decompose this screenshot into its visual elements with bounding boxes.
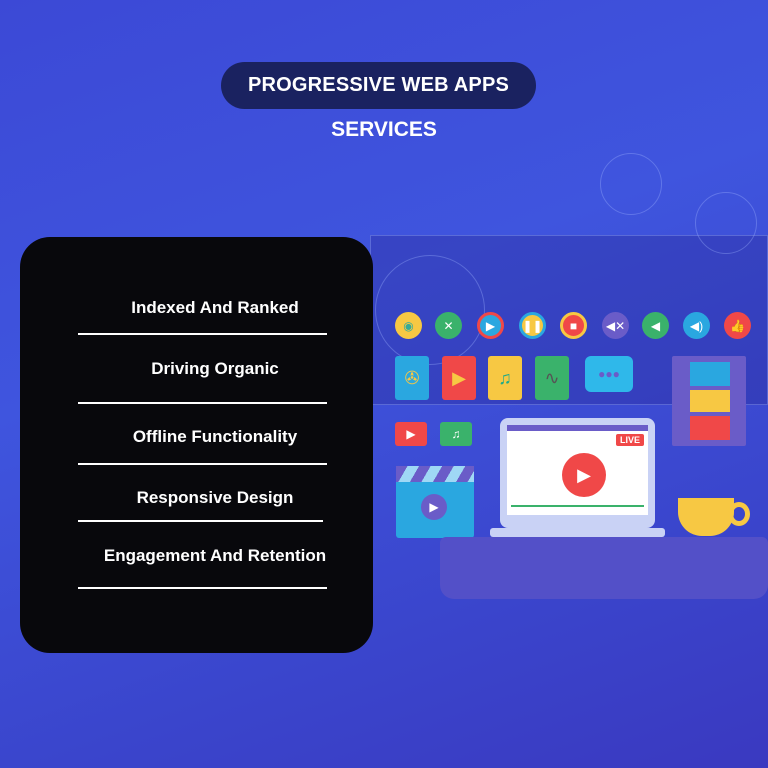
cup-handle <box>728 502 750 526</box>
music-file-icon: ♫ <box>488 356 522 400</box>
thumbs-up-icon: 👍 <box>724 312 751 339</box>
page-title: PROGRESSIVE WEB APPS <box>247 74 510 96</box>
services-panel: Indexed And Ranked Driving Organic Offli… <box>20 237 373 653</box>
filmstrip-icon <box>672 356 746 446</box>
laptop-screen: LIVE ▶ <box>500 418 655 528</box>
volume-high-icon: ◀) <box>683 312 710 339</box>
title-pill: PROGRESSIVE WEB APPS <box>221 62 536 109</box>
pause-icon: ❚❚ <box>519 312 546 339</box>
laptop-base <box>490 528 665 537</box>
mute-icon: ◀✕ <box>602 312 629 339</box>
film-reel-file-icon: ✇ <box>395 356 429 400</box>
play-icon: ▶ <box>477 312 504 339</box>
video-progress <box>511 505 644 507</box>
divider <box>78 333 327 335</box>
chat-bubble-icon: ●●● <box>585 356 633 392</box>
divider <box>78 402 327 404</box>
clapperboard-icon: ▶ <box>396 466 474 538</box>
play-button-icon: ▶ <box>395 422 427 446</box>
divider <box>78 587 327 589</box>
video-file-icon: ▶ <box>442 356 476 400</box>
wifi-icon <box>600 153 662 215</box>
service-item-organic: Driving Organic <box>151 359 279 378</box>
share-icon <box>695 192 757 254</box>
music-button-icon: ♫ <box>440 422 472 446</box>
service-item-offline: Offline Functionality <box>132 427 298 446</box>
globe-network-icon <box>375 255 485 365</box>
service-item-indexed: Indexed And Ranked <box>131 298 299 317</box>
video-play-icon: ▶ <box>562 453 606 497</box>
live-badge: LIVE <box>615 434 644 446</box>
laptop-keyboard <box>440 537 768 599</box>
divider <box>78 520 323 522</box>
expand-icon: ✕ <box>435 312 462 339</box>
service-item-engagement: Engagement And Retention <box>103 546 327 565</box>
page-subtitle: SERVICES <box>331 118 437 141</box>
divider <box>78 463 327 465</box>
eye-icon: ◉ <box>395 312 422 339</box>
service-item-responsive: Responsive Design <box>136 488 294 507</box>
stop-icon: ■ <box>560 312 587 339</box>
volume-low-icon: ◀ <box>642 312 669 339</box>
audio-wave-file-icon: ∿ <box>535 356 569 400</box>
